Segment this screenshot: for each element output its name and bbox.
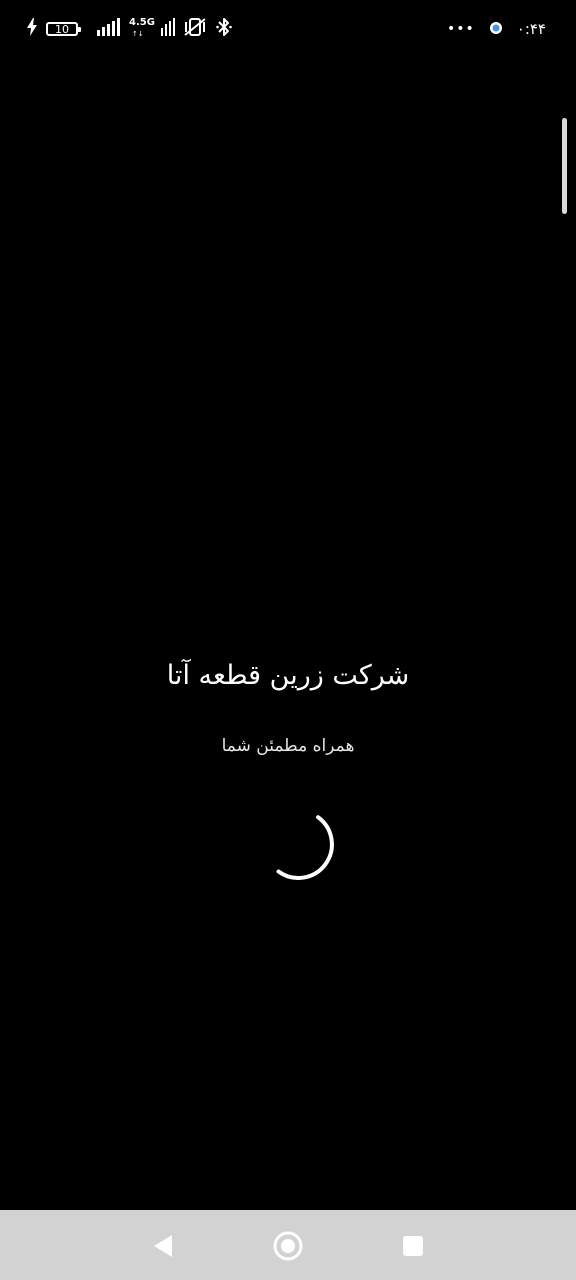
status-bar-right: ••• ۰:۴۴ bbox=[447, 17, 546, 41]
home-icon[interactable] bbox=[270, 1228, 306, 1264]
company-slogan: همراه مطمئن شما bbox=[221, 736, 355, 756]
signal-icon bbox=[97, 18, 121, 40]
navigation-bar bbox=[0, 1210, 576, 1280]
back-icon[interactable] bbox=[146, 1228, 182, 1264]
loading-spinner-icon bbox=[258, 808, 338, 888]
battery-level: 10 bbox=[55, 22, 69, 36]
status-bar-left: 10 4.5G ↑↓ bbox=[26, 17, 233, 41]
notification-dot-icon bbox=[489, 20, 503, 39]
network-activity: ↑↓ bbox=[132, 30, 144, 38]
app-screen: 10 4.5G ↑↓ ••• ۰:۴۴ شرکت زرین قطعه آتا ه… bbox=[0, 0, 576, 1280]
status-bar: 10 4.5G ↑↓ ••• ۰:۴۴ bbox=[0, 0, 576, 58]
bluetooth-icon bbox=[215, 17, 233, 41]
company-name: شرکت زرین قطعه آتا bbox=[166, 660, 410, 691]
more-notifications: ••• bbox=[446, 21, 475, 37]
signal-icon-2 bbox=[161, 18, 175, 40]
status-clock: ۰:۴۴ bbox=[516, 20, 546, 38]
recents-icon[interactable] bbox=[395, 1228, 431, 1264]
network-type-label: 4.5G ↑↓ bbox=[129, 17, 155, 40]
battery-icon: 10 bbox=[46, 22, 81, 36]
network-type: 4.5G bbox=[129, 17, 155, 28]
charging-icon bbox=[26, 18, 38, 40]
scroll-indicator bbox=[562, 118, 567, 214]
vibrate-mute-icon bbox=[183, 17, 207, 41]
